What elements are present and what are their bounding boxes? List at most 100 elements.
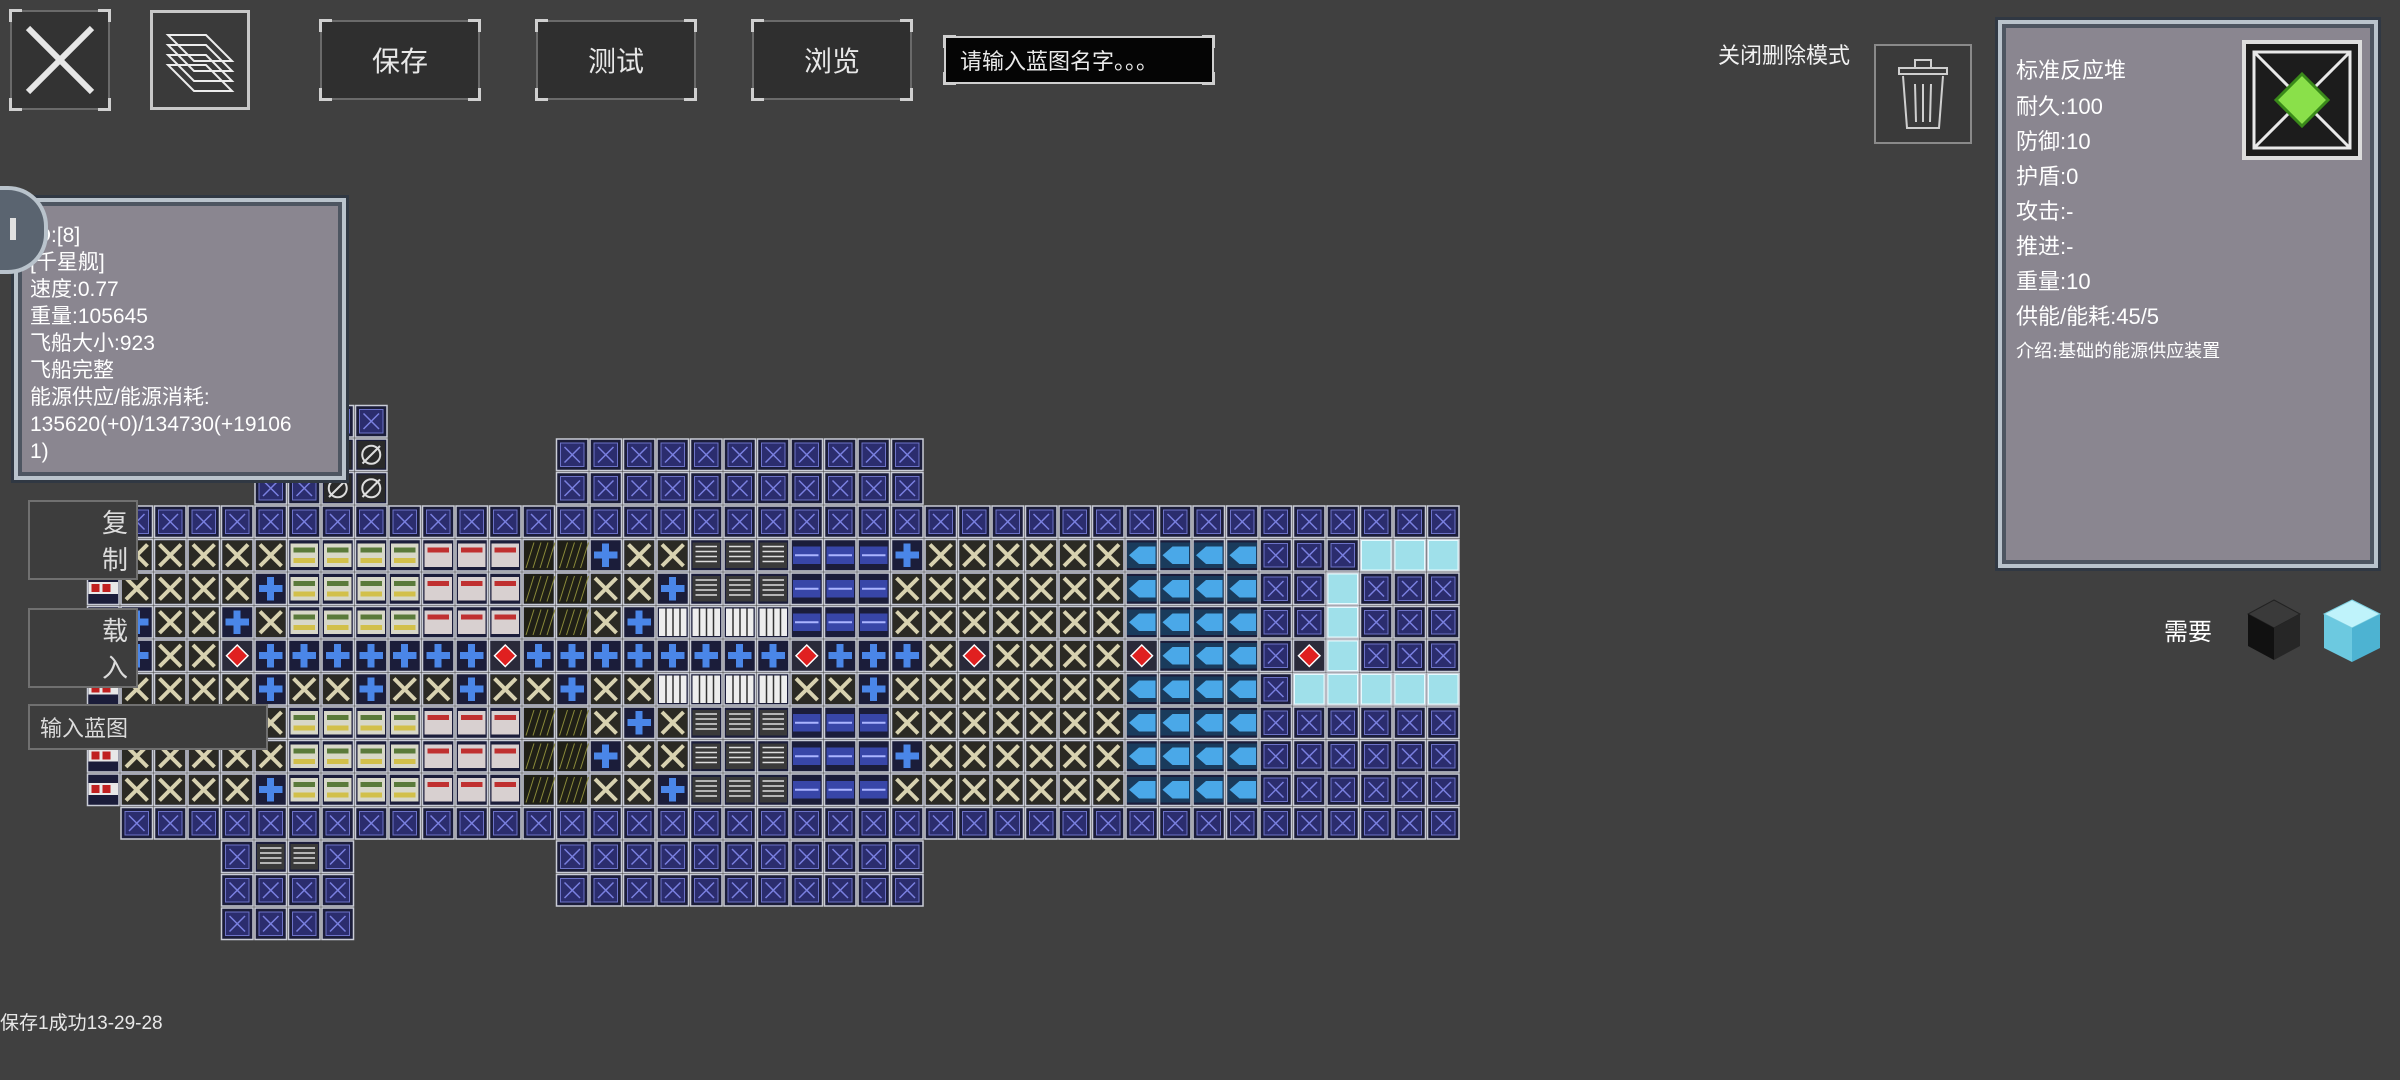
ship-tile-armor[interactable] — [589, 840, 623, 874]
ship-tile-thruster[interactable] — [1192, 605, 1226, 639]
ship-tile-x[interactable] — [1024, 739, 1058, 773]
ship-tile-thruster[interactable] — [1125, 706, 1159, 740]
ship-tile-armor[interactable] — [488, 806, 522, 840]
ship-tile-plus[interactable] — [254, 672, 288, 706]
ship-tile-armor[interactable] — [421, 806, 455, 840]
ship-tile-x[interactable] — [622, 538, 656, 572]
ship-tile-x[interactable] — [187, 572, 221, 606]
ship-tile-armor[interactable] — [1091, 505, 1125, 539]
ship-tile-x[interactable] — [287, 672, 321, 706]
ship-tile-rail[interactable] — [823, 739, 857, 773]
ship-tile-engine[interactable] — [388, 605, 422, 639]
ship-tile-armor[interactable] — [689, 438, 723, 472]
ship-tile-armor[interactable] — [689, 471, 723, 505]
ship-tile-armor[interactable] — [790, 438, 824, 472]
ship-tile-engine[interactable] — [321, 773, 355, 807]
ship-tile-armor[interactable] — [1426, 639, 1460, 673]
ship-tile-x[interactable] — [1091, 639, 1125, 673]
ship-tile-armor[interactable] — [254, 806, 288, 840]
ship-tile-thruster[interactable] — [1225, 672, 1259, 706]
ship-tile-engine[interactable] — [354, 572, 388, 606]
ship-tile-engine[interactable] — [321, 538, 355, 572]
close-button[interactable] — [9, 9, 111, 111]
ship-tile-plus[interactable] — [254, 639, 288, 673]
ship-tile-armor[interactable] — [756, 438, 790, 472]
ship-tile-armor[interactable] — [656, 873, 690, 907]
ship-tile-x[interactable] — [924, 538, 958, 572]
ship-tile-x[interactable] — [1024, 773, 1058, 807]
ship-tile-x[interactable] — [187, 773, 221, 807]
ship-tile-x[interactable] — [220, 672, 254, 706]
ship-tile-x[interactable] — [1091, 538, 1125, 572]
ship-tile-rail[interactable] — [823, 538, 857, 572]
ship-tile-armor[interactable] — [790, 505, 824, 539]
ship-tile-armor[interactable] — [555, 840, 589, 874]
ship-tile-x[interactable] — [957, 706, 991, 740]
ship-tile-armor[interactable] — [957, 505, 991, 539]
ship-tile-x[interactable] — [924, 739, 958, 773]
ship-tile-mesh[interactable] — [522, 605, 556, 639]
ship-tile-armor[interactable] — [622, 438, 656, 472]
ship-tile-armor[interactable] — [1192, 806, 1226, 840]
ship-tile-plus[interactable] — [890, 639, 924, 673]
ship-tile-x[interactable] — [254, 605, 288, 639]
ship-tile-plus[interactable] — [689, 639, 723, 673]
ship-tile-plus[interactable] — [890, 739, 924, 773]
ship-tile-engine[interactable] — [321, 605, 355, 639]
ship-tile-x[interactable] — [656, 706, 690, 740]
ship-tile-armor[interactable] — [1292, 806, 1326, 840]
ship-tile-mesh[interactable] — [522, 773, 556, 807]
ship-tile-plus[interactable] — [756, 639, 790, 673]
ship-tile-armor[interactable] — [823, 505, 857, 539]
ship-tile-x[interactable] — [589, 706, 623, 740]
ship-tile-plus[interactable] — [823, 639, 857, 673]
ship-tile-x[interactable] — [153, 572, 187, 606]
ship-tile-armor[interactable] — [656, 471, 690, 505]
ship-tile-engine[interactable] — [321, 739, 355, 773]
ship-tile-armor[interactable] — [890, 471, 924, 505]
ship-tile-armor[interactable] — [1259, 672, 1293, 706]
ship-tile-armor[interactable] — [287, 505, 321, 539]
ship-tile-plus[interactable] — [890, 538, 924, 572]
ship-tile-armor[interactable] — [622, 873, 656, 907]
ship-tile-armor[interactable] — [790, 471, 824, 505]
ship-tile-x[interactable] — [790, 672, 824, 706]
ship-tile-armor[interactable] — [1426, 605, 1460, 639]
ship-tile-armor[interactable] — [790, 806, 824, 840]
ship-tile-x[interactable] — [589, 605, 623, 639]
ship-tile-x[interactable] — [991, 672, 1025, 706]
ship-tile-x[interactable] — [957, 538, 991, 572]
ship-tile-plus[interactable] — [622, 605, 656, 639]
ship-tile-armor[interactable] — [120, 806, 154, 840]
ship-tile-x[interactable] — [991, 773, 1025, 807]
ship-tile-armor[interactable] — [1192, 505, 1226, 539]
ship-tile-grid[interactable] — [656, 605, 690, 639]
ship-tile-x[interactable] — [421, 672, 455, 706]
ship-tile-x[interactable] — [1058, 739, 1092, 773]
ship-tile-x[interactable] — [220, 572, 254, 606]
ship-tile-armor[interactable] — [455, 806, 489, 840]
ship-tile-plus[interactable] — [622, 639, 656, 673]
ship-tile-armor[interactable] — [1292, 773, 1326, 807]
ship-tile-thruster[interactable] — [1225, 538, 1259, 572]
ship-tile-x[interactable] — [957, 672, 991, 706]
ship-tile-x[interactable] — [924, 605, 958, 639]
ship-tile-armor[interactable] — [622, 505, 656, 539]
ship-tile-rail[interactable] — [790, 605, 824, 639]
ship-tile-thruster[interactable] — [1158, 739, 1192, 773]
ship-tile-x[interactable] — [153, 538, 187, 572]
ship-tile-x[interactable] — [1091, 739, 1125, 773]
ship-tile-armor[interactable] — [1292, 538, 1326, 572]
ship-tile-armor[interactable] — [823, 873, 857, 907]
ship-tile-engine[interactable] — [354, 605, 388, 639]
ship-tile-armor[interactable] — [857, 873, 891, 907]
ship-tile-armor[interactable] — [1158, 806, 1192, 840]
ship-tile-engine[interactable] — [321, 706, 355, 740]
ship-tile-engine[interactable] — [287, 605, 321, 639]
ship-tile-x[interactable] — [153, 672, 187, 706]
ship-tile-x[interactable] — [890, 773, 924, 807]
ship-tile-thruster[interactable] — [1158, 572, 1192, 606]
ship-tile-engine[interactable] — [287, 706, 321, 740]
ship-tile-armor[interactable] — [723, 438, 757, 472]
ship-tile-thruster[interactable] — [1192, 572, 1226, 606]
